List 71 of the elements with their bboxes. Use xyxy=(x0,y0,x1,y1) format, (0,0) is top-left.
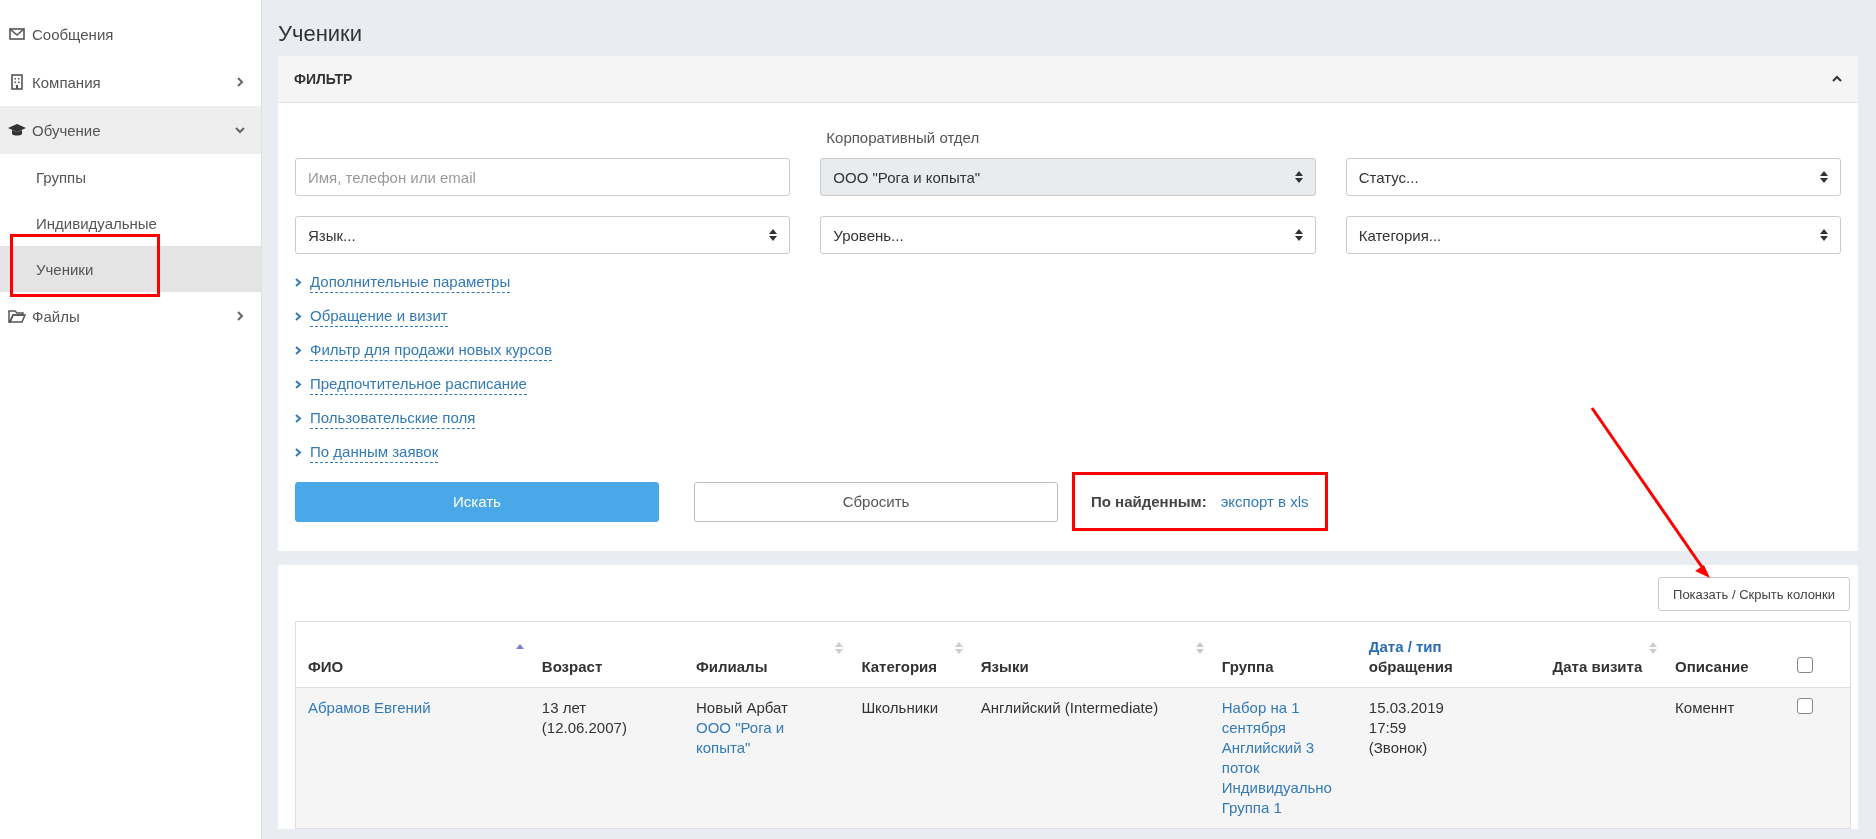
table-cell-text: 13 лет xyxy=(541,698,588,718)
column-header: Группа xyxy=(1221,658,1274,675)
updown-arrows-icon xyxy=(1294,229,1303,241)
expand-link[interactable]: Дополнительные параметры xyxy=(295,270,511,294)
table-link[interactable]: Английский 3 поток xyxy=(1221,738,1345,778)
chevron-icon xyxy=(295,311,302,321)
table-cell-text: Новый Арбат xyxy=(696,698,789,718)
table-link[interactable]: Группа 1 xyxy=(1221,798,1345,818)
sidebar-subitem[interactable]: Группы xyxy=(0,154,261,200)
checkbox[interactable] xyxy=(1796,657,1813,673)
field-label: Корпоративный отдел xyxy=(825,128,981,148)
table-cell-text: 15.03.2019 xyxy=(1368,698,1445,718)
select-field: ООО "Рога и копыта" xyxy=(820,158,1316,196)
column-header: Категория xyxy=(861,658,938,675)
sidebar-item[interactable]: Компания xyxy=(0,58,261,106)
column-sort-link[interactable]: Дата / тип xyxy=(1368,638,1442,655)
reset-button[interactable]: Сбросить xyxy=(694,481,1058,522)
table-cell-text: (Звонок) xyxy=(1368,738,1429,758)
export-link[interactable]: экспорт в xls xyxy=(1220,493,1309,510)
sidebar-item[interactable]: Сообщения xyxy=(0,10,261,58)
column-header: обращения xyxy=(1368,658,1453,675)
updown-arrows-icon xyxy=(1294,171,1303,183)
expand-link[interactable]: Обращение и визит xyxy=(295,304,448,328)
table-cell-text: Коменнт xyxy=(1675,698,1736,718)
columns-button[interactable]: Показать / Скрыть колонки xyxy=(1658,577,1850,611)
sidebar-subitem[interactable]: Индивидуальные xyxy=(0,200,261,246)
table-cell-text: Английский (Intermediate) xyxy=(980,698,1160,718)
expand-link[interactable]: Фильтр для продажи новых курсов xyxy=(295,338,552,362)
search-field[interactable]: Имя, телефон или email xyxy=(295,158,791,196)
folder-icon xyxy=(8,307,26,325)
envelope-icon xyxy=(8,25,26,43)
column-header: Филиалы xyxy=(696,658,768,675)
sidebar-item[interactable]: Файлы xyxy=(0,292,261,340)
column-header: Описание xyxy=(1675,658,1749,675)
table-cell-text: Школьники xyxy=(861,698,940,718)
select-field[interactable]: Язык... xyxy=(295,216,791,254)
expand-link[interactable]: Предпочтительное расписание xyxy=(295,372,527,396)
sidebar-subitem[interactable]: Ученики xyxy=(0,246,261,292)
filter-header[interactable]: ФИЛЬТР xyxy=(278,56,1858,103)
column-header: Дата визита xyxy=(1552,658,1643,675)
updown-arrows-icon xyxy=(769,229,778,241)
column-header: ФИО xyxy=(308,658,344,675)
updown-arrows-icon xyxy=(1820,171,1828,183)
table-link[interactable]: Индивидуально xyxy=(1221,778,1345,798)
chevron-icon xyxy=(295,277,302,287)
select-field[interactable]: Уровень... xyxy=(820,216,1316,254)
chevron-icon xyxy=(235,125,245,135)
expand-link[interactable]: Пользовательские поля xyxy=(295,406,476,430)
checkbox[interactable] xyxy=(1796,698,1813,714)
caret-icon xyxy=(1832,74,1842,84)
export-label: По найденным: xyxy=(1091,493,1207,510)
table-cell-text: 17:59 xyxy=(1368,718,1408,738)
chevron-icon xyxy=(235,311,245,321)
chevron-icon xyxy=(295,345,302,355)
updown-arrows-icon xyxy=(1820,229,1828,241)
table-link[interactable]: Набор на 1 сентября xyxy=(1221,698,1345,738)
chevron-icon xyxy=(295,379,302,389)
sidebar-item[interactable]: Обучение xyxy=(0,106,261,154)
column-header: Языки xyxy=(980,658,1029,675)
building-icon xyxy=(8,73,26,91)
page-title: Ученики xyxy=(278,20,364,48)
select-field[interactable]: Категория... xyxy=(1345,216,1841,254)
select-field[interactable]: Статус... xyxy=(1345,158,1841,196)
expand-link[interactable]: По данным заявок xyxy=(295,440,439,464)
chevron-icon xyxy=(295,447,302,457)
column-header: Возраст xyxy=(541,658,603,675)
table-link[interactable]: ООО "Рога и копыта" xyxy=(696,718,838,758)
table-link[interactable]: Абрамов Евгений xyxy=(308,698,518,718)
chevron-icon xyxy=(235,77,245,87)
table-cell-text: (12.06.2007) xyxy=(541,718,628,738)
chevron-icon xyxy=(295,413,302,423)
